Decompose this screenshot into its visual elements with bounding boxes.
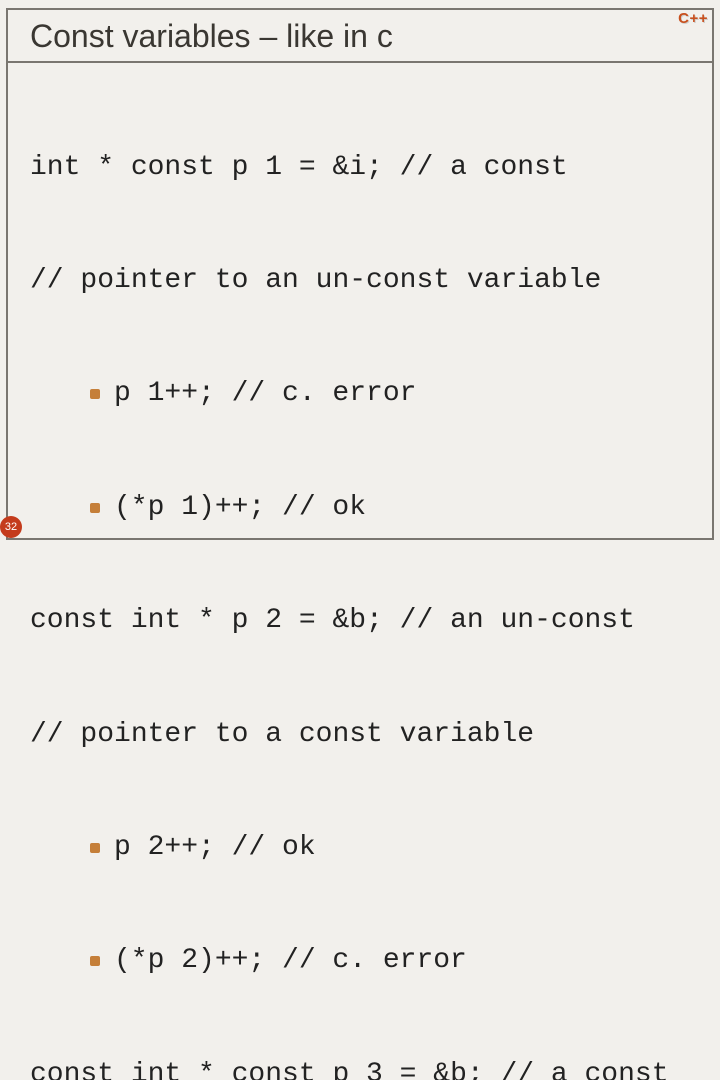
bullet-icon [90, 843, 100, 853]
bullet-icon [90, 956, 100, 966]
slide-number-badge: 32 [0, 516, 22, 538]
code-line: const int * const p 3 = &b; // a const [30, 1056, 690, 1080]
code-line: const int * p 2 = &b; // an un-const [30, 602, 690, 640]
slide-inner: Const variables – like in c int * const … [6, 8, 714, 540]
code-line: // pointer to a const variable [30, 716, 690, 754]
slide-title: Const variables – like in c [30, 18, 690, 55]
code-text: (*p 2)++; // c. error [114, 942, 467, 980]
bullet-line: p 1++; // c. error [30, 375, 690, 413]
code-text: (*p 1)++; // ok [114, 489, 366, 527]
code-line: int * const p 1 = &i; // a const [30, 149, 690, 187]
code-text: p 1++; // c. error [114, 375, 416, 413]
bullet-icon [90, 389, 100, 399]
code-block: int * const p 1 = &i; // a const // poin… [30, 73, 690, 1080]
slide-container: C++ Const variables – like in c int * co… [0, 0, 720, 540]
bullet-icon [90, 503, 100, 513]
code-text: p 2++; // ok [114, 829, 316, 867]
code-line: // pointer to an un-const variable [30, 262, 690, 300]
bullet-line: p 2++; // ok [30, 829, 690, 867]
bullet-line: (*p 2)++; // c. error [30, 942, 690, 980]
bullet-line: (*p 1)++; // ok [30, 489, 690, 527]
title-divider [8, 61, 712, 63]
